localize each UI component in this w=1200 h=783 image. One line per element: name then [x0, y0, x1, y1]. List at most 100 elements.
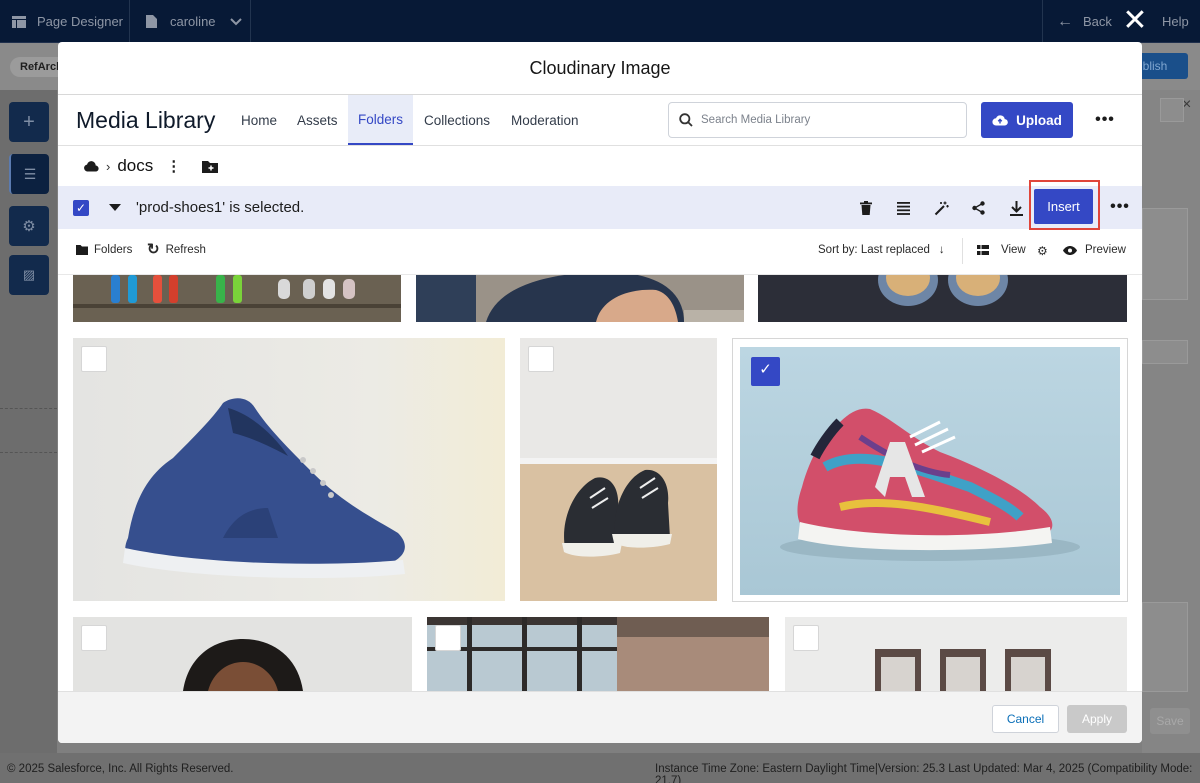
tab-collections[interactable]: Collections — [414, 95, 500, 145]
asset-tile[interactable] — [416, 275, 744, 322]
view-settings-icon[interactable]: ⚙ — [1037, 244, 1048, 258]
new-folder-icon[interactable] — [202, 160, 219, 173]
help-link[interactable]: Help — [1162, 0, 1189, 43]
user-menu[interactable]: caroline — [146, 0, 242, 43]
layout-icon — [12, 15, 26, 28]
refresh-label: Refresh — [165, 244, 206, 256]
insert-button[interactable]: Insert — [1034, 189, 1093, 224]
tab-folders[interactable]: Folders — [348, 95, 413, 145]
app-title: Page Designer — [37, 14, 123, 29]
cloud-icon[interactable] — [83, 160, 99, 172]
asset-checkbox-checked[interactable]: ✓ — [751, 357, 780, 386]
folder-image-icon: ▨ — [22, 267, 36, 282]
asset-checkbox[interactable] — [793, 625, 819, 651]
portrait-braids-image — [73, 617, 412, 691]
plus-icon: + — [23, 110, 35, 133]
cancel-button[interactable]: Cancel — [992, 705, 1059, 733]
office-windows-image — [427, 617, 769, 691]
list-icon: ☰ — [23, 165, 37, 182]
sort-dropdown[interactable]: Sort by: Last replaced ↓ — [818, 244, 945, 256]
view-toggle[interactable]: View — [977, 244, 1026, 256]
breadcrumb: › docs ⋮ — [58, 146, 1142, 186]
delete-icon[interactable] — [854, 196, 878, 220]
details-list-icon[interactable] — [891, 196, 915, 220]
asset-checkbox[interactable] — [81, 346, 107, 372]
media-library-frame: Media Library Home Assets Folders Collec… — [58, 95, 1142, 691]
person-jacket-image — [416, 275, 744, 322]
asset-checkbox[interactable] — [528, 346, 554, 372]
tab-assets[interactable]: Assets — [287, 95, 348, 145]
selection-text: 'prod-shoes1' is selected. — [136, 199, 305, 216]
refresh-icon: ↻ — [147, 241, 160, 258]
file-icon — [146, 15, 157, 28]
app-topbar: Page Designer caroline ← Back Help — [0, 0, 1200, 43]
asset-tile[interactable] — [785, 617, 1127, 691]
share-icon[interactable] — [966, 196, 990, 220]
magic-wand-icon[interactable] — [929, 196, 953, 220]
asset-tile[interactable] — [758, 275, 1127, 322]
toolbar-divider — [962, 238, 963, 264]
upload-button[interactable]: Upload — [981, 102, 1073, 138]
select-all-checkbox[interactable]: ✓ — [73, 200, 89, 216]
asset-tile[interactable] — [73, 338, 505, 601]
download-icon[interactable] — [1004, 196, 1028, 220]
search-input[interactable] — [701, 114, 941, 126]
shoes-top-view-image — [758, 275, 1127, 322]
back-label: Back — [1083, 14, 1112, 29]
modal-footer: Cancel Apply — [58, 691, 1142, 743]
instance-info: Instance Time Zone: Eastern Daylight Tim… — [655, 763, 1193, 783]
asset-checkbox[interactable] — [81, 625, 107, 651]
page-designer-menu[interactable]: Page Designer — [12, 0, 123, 43]
prod-shoes1-image — [740, 347, 1120, 595]
current-folder: docs — [117, 156, 154, 175]
folder-menu-icon[interactable]: ⋮ — [166, 157, 181, 175]
modal-header: Cloudinary Image — [58, 42, 1142, 95]
selection-more-icon[interactable]: ••• — [1105, 192, 1135, 222]
panel-textarea — [1142, 602, 1188, 692]
right-panel: × Save — [1142, 90, 1200, 753]
preview-toggle[interactable]: Preview — [1063, 244, 1126, 256]
save-button[interactable]: Save — [1150, 708, 1190, 734]
add-component-button[interactable]: + — [9, 102, 49, 142]
blue-canvas-shoes-image — [73, 338, 505, 601]
gear-icon: ⚙ — [22, 218, 36, 235]
folders-toggle[interactable]: Folders — [76, 244, 132, 256]
cloud-upload-icon — [992, 115, 1008, 126]
asset-tile[interactable] — [73, 275, 401, 322]
user-name: caroline — [170, 14, 216, 29]
component-list-button[interactable]: ☰ — [9, 154, 49, 194]
left-rail: + ☰ ⚙ ▨ — [0, 90, 57, 753]
chevron-down-icon — [229, 17, 242, 25]
tab-home[interactable]: Home — [231, 95, 287, 145]
back-link[interactable]: ← Back — [1057, 0, 1112, 43]
asset-tile[interactable] — [73, 617, 412, 691]
modal-title: Cloudinary Image — [529, 57, 671, 78]
refresh-button[interactable]: ↻ Refresh — [147, 241, 206, 258]
selected-asset-tile[interactable]: ✓ — [732, 338, 1128, 602]
asset-tile[interactable] — [427, 617, 769, 691]
apply-button[interactable]: Apply — [1067, 705, 1127, 733]
upload-label: Upload — [1016, 112, 1062, 128]
white-room-image — [785, 617, 1127, 691]
more-options-icon[interactable]: ••• — [1090, 105, 1120, 135]
panel-field — [1142, 208, 1188, 300]
settings-button[interactable]: ⚙ — [9, 206, 49, 246]
panel-dropdown[interactable] — [1160, 98, 1184, 122]
asset-grid: ✓ — [58, 275, 1142, 691]
asset-checkbox[interactable] — [435, 625, 461, 651]
arrow-down-icon: ↓ — [938, 244, 945, 256]
folder-icon — [76, 245, 88, 255]
cloudinary-image-modal: Cloudinary Image Media Library Home Asse… — [58, 42, 1142, 743]
selection-bar: ✓ 'prod-shoes1' is selected. ••• — [58, 186, 1142, 229]
grid-view-icon — [977, 245, 989, 255]
help-label: Help — [1162, 14, 1189, 29]
preview-label: Preview — [1085, 244, 1126, 256]
search-box — [668, 102, 967, 138]
colorful-socks-image — [73, 275, 401, 322]
asset-tile[interactable] — [520, 338, 717, 601]
page-properties-button[interactable]: ▨ — [9, 255, 49, 295]
tab-moderation[interactable]: Moderation — [501, 95, 589, 145]
black-converse-image — [520, 338, 717, 601]
close-modal-icon[interactable]: ✕ — [1122, 6, 1148, 36]
caret-down-icon[interactable] — [109, 204, 121, 211]
